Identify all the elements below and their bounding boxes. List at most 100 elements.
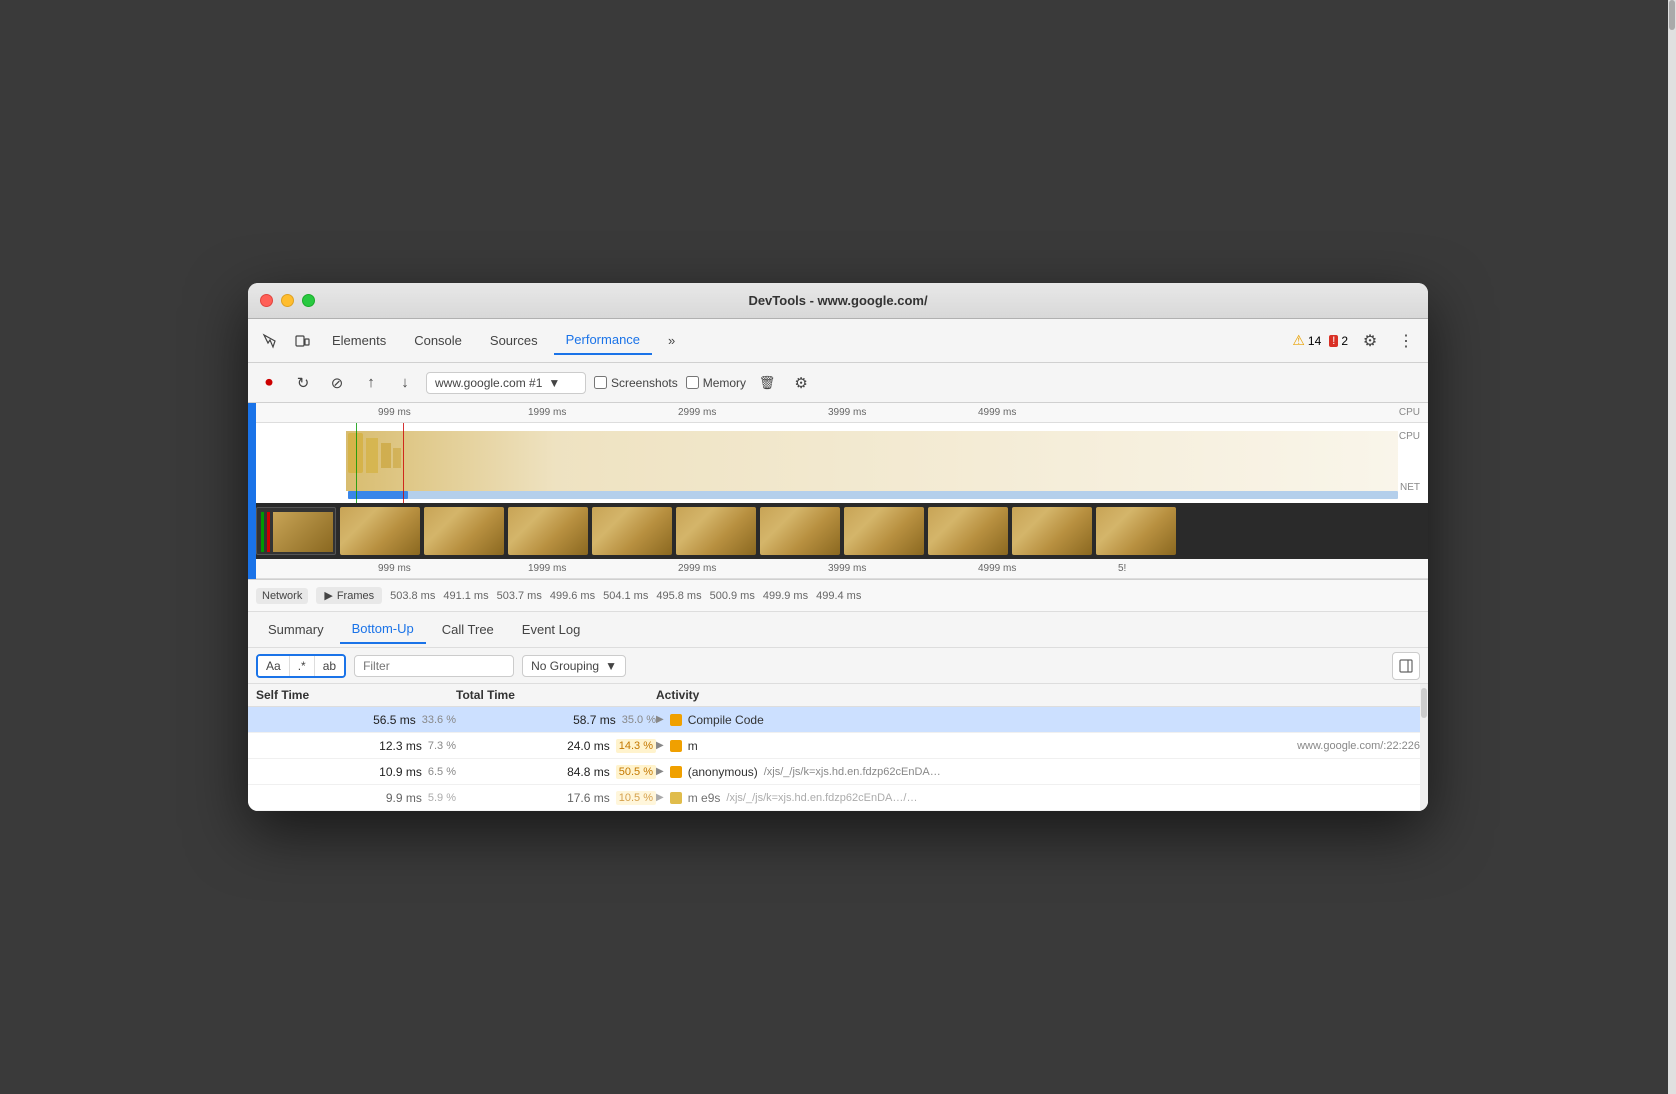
filter-input[interactable] bbox=[354, 655, 514, 677]
download-icon[interactable]: ↓ bbox=[392, 370, 418, 396]
tab-summary[interactable]: Summary bbox=[256, 616, 336, 643]
tab-sources[interactable]: Sources bbox=[478, 327, 550, 354]
cell-self-4: 9.9 ms 5.9 % bbox=[256, 791, 456, 805]
filter-regex[interactable]: .* bbox=[290, 656, 315, 676]
trash-icon[interactable]: 🗑 bbox=[754, 370, 780, 396]
self-pct-4: 5.9 % bbox=[428, 792, 456, 804]
activity-url-3: /xjs/_/js/k=xjs.hd.en.fdzp62cEnDA… bbox=[764, 766, 941, 778]
total-pct-2: 14.3 % bbox=[616, 739, 656, 753]
maximize-button[interactable] bbox=[302, 294, 315, 307]
filmstrip-frame[interactable] bbox=[592, 507, 672, 555]
frames-arrow: ▶ bbox=[324, 589, 332, 602]
frame-time-4: 499.6 ms bbox=[550, 590, 595, 602]
url-dropdown[interactable]: www.google.com #1 ▼ bbox=[426, 372, 586, 394]
upload-icon[interactable]: ↑ bbox=[358, 370, 384, 396]
url-value: www.google.com #1 bbox=[435, 376, 542, 390]
total-pct-1: 35.0 % bbox=[622, 714, 656, 726]
filmstrip-frame[interactable] bbox=[424, 507, 504, 555]
filter-case-sensitive[interactable]: Aa bbox=[258, 656, 290, 676]
timeline-area: 999 ms 1999 ms 2999 ms 3999 ms 4999 ms C… bbox=[248, 403, 1428, 580]
filter-whole-word[interactable]: ab bbox=[315, 656, 344, 676]
activity-name-1: Compile Code bbox=[688, 713, 764, 727]
filmstrip-frame[interactable] bbox=[340, 507, 420, 555]
screenshots-check[interactable] bbox=[594, 376, 607, 389]
activity-name-4: m e9s bbox=[688, 791, 721, 805]
data-table: Self Time Total Time Activity 56.5 ms 33… bbox=[248, 684, 1428, 811]
minimize-button[interactable] bbox=[281, 294, 294, 307]
activity-name-2: m bbox=[688, 739, 698, 753]
filmstrip-frame[interactable] bbox=[760, 507, 840, 555]
title-bar: DevTools - www.google.com/ bbox=[248, 283, 1428, 319]
more-icon[interactable]: ⋮ bbox=[1392, 327, 1420, 355]
frames-label[interactable]: ▶ Frames bbox=[316, 587, 382, 604]
table-scrollbar-thumb[interactable] bbox=[1421, 688, 1427, 718]
filmstrip-frame[interactable] bbox=[256, 507, 336, 555]
expand-3[interactable]: ▶ bbox=[656, 766, 664, 777]
network-label[interactable]: Network bbox=[256, 588, 308, 604]
self-time-4: 9.9 ms bbox=[386, 791, 422, 805]
tab-event-log[interactable]: Event Log bbox=[510, 616, 593, 643]
table-row[interactable]: 9.9 ms 5.9 % 17.6 ms 10.5 % ▶ m e9s /xjs… bbox=[248, 785, 1428, 811]
activity-icon-1 bbox=[670, 714, 682, 726]
expand-2[interactable]: ▶ bbox=[656, 740, 664, 751]
timeline-ruler-bottom: 999 ms 1999 ms 2999 ms 3999 ms 4999 ms 5… bbox=[248, 559, 1428, 579]
filmstrip-frame[interactable] bbox=[508, 507, 588, 555]
memory-check[interactable] bbox=[686, 376, 699, 389]
warning-badge[interactable]: ⚠ 14 bbox=[1292, 332, 1321, 349]
main-toolbar: Elements Console Sources Performance » ⚠… bbox=[248, 319, 1428, 363]
grouping-dropdown[interactable]: No Grouping ▼ bbox=[522, 655, 626, 677]
activity-icon-2 bbox=[670, 740, 682, 752]
filmstrip-frame[interactable] bbox=[1096, 507, 1176, 555]
tab-call-tree[interactable]: Call Tree bbox=[430, 616, 506, 643]
tab-console[interactable]: Console bbox=[402, 327, 474, 354]
self-pct-1: 33.6 % bbox=[422, 714, 456, 726]
cell-activity-3: ▶ (anonymous) /xjs/_/js/k=xjs.hd.en.fdzp… bbox=[656, 765, 1420, 779]
table-row[interactable]: 12.3 ms 7.3 % 24.0 ms 14.3 % ▶ m www.goo… bbox=[248, 733, 1428, 759]
tab-elements[interactable]: Elements bbox=[320, 327, 398, 354]
filmstrip-frame[interactable] bbox=[928, 507, 1008, 555]
memory-label: Memory bbox=[703, 376, 746, 390]
tab-bottom-up[interactable]: Bottom-Up bbox=[340, 615, 426, 644]
memory-checkbox[interactable]: Memory bbox=[686, 376, 746, 390]
cell-self-3: 10.9 ms 6.5 % bbox=[256, 765, 456, 779]
total-pct-4: 10.5 % bbox=[616, 791, 656, 805]
collapse-button[interactable] bbox=[1392, 652, 1420, 680]
tab-performance[interactable]: Performance bbox=[554, 326, 652, 355]
ruler-mark-2: 1999 ms bbox=[528, 407, 566, 418]
close-button[interactable] bbox=[260, 294, 273, 307]
self-time-2: 12.3 ms bbox=[379, 739, 422, 753]
table-row[interactable]: 10.9 ms 6.5 % 84.8 ms 50.5 % ▶ (anonymou… bbox=[248, 759, 1428, 785]
error-count: 2 bbox=[1341, 334, 1348, 348]
cell-total-3: 84.8 ms 50.5 % bbox=[456, 765, 656, 779]
self-pct-3: 6.5 % bbox=[428, 766, 456, 778]
timeline-chart[interactable]: NET CPU bbox=[248, 423, 1428, 503]
device-icon[interactable] bbox=[288, 327, 316, 355]
tab-more[interactable]: » bbox=[656, 327, 687, 354]
settings-icon[interactable]: ⚙ bbox=[1356, 327, 1384, 355]
reload-icon[interactable]: ↻ bbox=[290, 370, 316, 396]
filmstrip-frame[interactable] bbox=[1012, 507, 1092, 555]
clear-icon[interactable]: ⊘ bbox=[324, 370, 350, 396]
ruler-mark-b5: 4999 ms bbox=[978, 563, 1016, 574]
record-icon[interactable]: ⏺ bbox=[256, 370, 282, 396]
cpu-label2: CPU bbox=[1399, 431, 1420, 442]
capture-settings-icon[interactable]: ⚙ bbox=[788, 370, 814, 396]
expand-1[interactable]: ▶ bbox=[656, 714, 664, 725]
table-scrollbar-track[interactable] bbox=[1420, 684, 1428, 811]
cell-activity-4: ▶ m e9s /xjs/_/js/k=xjs.hd.en.fdzp62cEnD… bbox=[656, 791, 1420, 805]
header-activity: Activity bbox=[656, 688, 1420, 702]
screenshots-checkbox[interactable]: Screenshots bbox=[594, 376, 678, 390]
inspect-icon[interactable] bbox=[256, 327, 284, 355]
table-row[interactable]: 56.5 ms 33.6 % 58.7 ms 35.0 % ▶ Compile … bbox=[248, 707, 1428, 733]
secondary-toolbar: ⏺ ↻ ⊘ ↑ ↓ www.google.com #1 ▼ Screenshot… bbox=[248, 363, 1428, 403]
filmstrip-frame[interactable] bbox=[844, 507, 924, 555]
ruler-mark-3: 2999 ms bbox=[678, 407, 716, 418]
total-time-4: 17.6 ms bbox=[567, 791, 610, 805]
error-badge[interactable]: ! 2 bbox=[1329, 334, 1348, 348]
frame-time-5: 504.1 ms bbox=[603, 590, 648, 602]
activity-name-3: (anonymous) bbox=[688, 765, 758, 779]
filmstrip-frame[interactable] bbox=[676, 507, 756, 555]
expand-4[interactable]: ▶ bbox=[656, 792, 664, 803]
filmstrip[interactable] bbox=[248, 503, 1428, 559]
net-label: NET bbox=[1400, 482, 1420, 493]
